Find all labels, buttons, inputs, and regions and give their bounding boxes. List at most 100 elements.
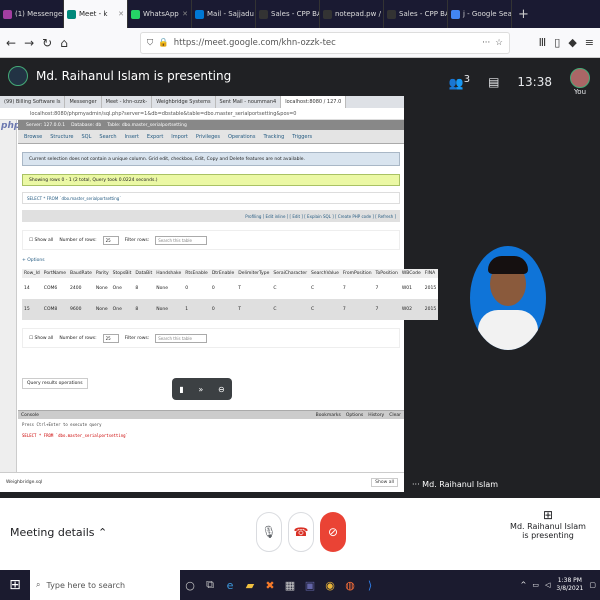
meeting-details-button[interactable]: Meeting details ⌃ <box>10 526 107 539</box>
system-tray: ^ ▭ ◁ 1:38 PM 3/8/2021 ▢ <box>521 577 600 593</box>
breadcrumb-item[interactable]: Server: 127.0.0.1 <box>26 123 65 128</box>
taskbar-clock[interactable]: 1:38 PM 3/8/2021 <box>556 577 583 593</box>
new-tab-button[interactable]: + <box>512 7 535 22</box>
tab-sql[interactable]: SQL <box>81 134 91 140</box>
tab-operations[interactable]: Operations <box>228 134 256 140</box>
download-file[interactable]: Weighbridge.sql <box>6 480 42 485</box>
tab-import[interactable]: Import <box>171 134 188 140</box>
network-icon[interactable]: ▭ <box>532 581 539 589</box>
app-icon[interactable]: ▦ <box>280 579 300 592</box>
tab-7[interactable]: j - Google Sea✕ <box>448 0 512 28</box>
column-header[interactable]: DataBit <box>133 269 155 278</box>
reload-icon[interactable]: ↻ <box>42 36 52 50</box>
tab-browse[interactable]: Browse <box>24 134 42 140</box>
column-header[interactable]: PortName <box>41 269 68 278</box>
profiling-links[interactable]: Profiling [ Edit inline ] [ Edit ] [ Exp… <box>22 210 400 222</box>
show-all-downloads[interactable]: Show all <box>371 478 398 487</box>
url-text[interactable]: https://meet.google.com/khn-ozzk-tec <box>174 38 477 48</box>
tab-insert[interactable]: Insert <box>125 134 139 140</box>
show-all-checkbox[interactable]: ☐ Show all <box>29 238 53 243</box>
column-header[interactable]: FromPosition <box>340 269 374 278</box>
column-header[interactable]: StopsBit <box>110 269 134 278</box>
column-header[interactable]: DelimiterType <box>236 269 272 278</box>
tab-export[interactable]: Export <box>147 134 163 140</box>
column-header[interactable]: Parity <box>93 269 111 278</box>
hangup-button[interactable]: ☎ <box>288 512 314 552</box>
close-icon[interactable]: ✕ <box>182 10 188 18</box>
present-icon[interactable]: ▮ <box>179 385 183 394</box>
num-rows-select[interactable]: 25 <box>102 235 119 245</box>
menu-icon[interactable]: ≡ <box>585 36 594 49</box>
more-icon[interactable]: ··· <box>482 38 490 48</box>
edge-icon[interactable]: e <box>220 579 240 592</box>
extension-icon[interactable]: ◆ <box>568 36 576 49</box>
presenting-status[interactable]: ⊞ Md. Raihanul Islam is presenting <box>508 508 588 540</box>
notification-icon[interactable]: ▢ <box>589 581 596 589</box>
task-view-icon[interactable]: ⧉ <box>200 578 220 592</box>
taskbar-search[interactable]: ⌕ Type here to search <box>30 570 180 600</box>
xampp-icon[interactable]: ✖ <box>260 579 280 592</box>
close-icon[interactable]: ✕ <box>118 10 124 18</box>
tab-triggers[interactable]: Triggers <box>292 134 312 140</box>
lock-icon: 🔒 <box>158 37 169 48</box>
chrome-icon[interactable]: ◉ <box>320 579 340 592</box>
teams-icon[interactable]: ▣ <box>300 579 320 592</box>
explorer-icon[interactable]: ▰ <box>240 579 260 592</box>
tab-0[interactable]: (1) Messenger✕ <box>0 0 64 28</box>
show-all-checkbox-bottom[interactable]: ☐ Show all <box>29 336 53 341</box>
address-bar[interactable]: ⛉ 🔒 https://meet.google.com/khn-ozzk-tec… <box>139 31 510 54</box>
console-tab[interactable]: History <box>368 413 384 418</box>
column-header[interactable]: Handshake <box>154 269 184 278</box>
column-header[interactable]: SeraiCharacter <box>271 269 310 278</box>
cortana-icon[interactable]: ○ <box>180 579 200 592</box>
sidebar-icon[interactable]: ▯ <box>554 36 560 49</box>
tab-tracking[interactable]: Tracking <box>263 134 284 140</box>
library-icon[interactable]: Ⅲ <box>539 36 547 49</box>
pause-icon[interactable]: » <box>198 385 203 394</box>
options-link[interactable]: + Options <box>22 258 400 263</box>
tab-1[interactable]: Meet - k ✕ <box>64 0 128 28</box>
column-header[interactable]: SearchValue <box>309 269 341 278</box>
filter-input[interactable]: Search this table <box>155 333 208 343</box>
stop-icon[interactable]: ⊖ <box>218 385 225 394</box>
console-tab[interactable]: Clear <box>389 413 401 418</box>
tab-search[interactable]: Search <box>99 134 116 140</box>
column-header[interactable]: Row_Id <box>22 269 42 278</box>
people-icon[interactable]: 👥3 <box>449 74 470 90</box>
firefox-icon[interactable]: ◍ <box>340 579 360 592</box>
chevron-up-icon[interactable]: ^ <box>521 581 527 589</box>
bookmark-icon[interactable]: ☆ <box>495 38 503 48</box>
num-rows-select[interactable]: 25 <box>102 333 119 343</box>
vscode-icon[interactable]: ⟩ <box>360 579 380 592</box>
console-tab[interactable]: Options <box>346 413 363 418</box>
inner-tab: Meet - khn-ozzk- <box>102 96 153 108</box>
tab-2[interactable]: WhatsApp ✕ <box>128 0 192 28</box>
forward-icon[interactable]: → <box>24 36 34 50</box>
column-header[interactable]: BaudRate <box>68 269 94 278</box>
windows-start-icon[interactable]: ⊞ <box>0 577 30 593</box>
mic-button[interactable]: 🎙 <box>256 512 282 552</box>
home-icon[interactable]: ⌂ <box>60 36 68 50</box>
back-icon[interactable]: ← <box>6 36 16 50</box>
chat-icon[interactable]: ▤ <box>488 75 499 89</box>
console-tab[interactable]: Bookmarks <box>316 413 341 418</box>
volume-icon[interactable]: ◁ <box>545 581 550 589</box>
tab-privileges[interactable]: Privileges <box>196 134 220 140</box>
tab-3[interactable]: Mail - Sajjadu✕ <box>192 0 256 28</box>
console-label[interactable]: Console <box>21 413 39 418</box>
self-view[interactable]: You <box>570 68 590 96</box>
tab-4[interactable]: Sales - CPP BA✕ <box>256 0 320 28</box>
tab-5[interactable]: notepad.pw /✕ <box>320 0 384 28</box>
breadcrumb-item[interactable]: Table: dbo.master_serialportsetting <box>107 123 187 128</box>
column-header[interactable]: DtrEnable <box>209 269 237 278</box>
filter-input[interactable]: Search this table <box>155 235 208 245</box>
column-header[interactable]: ToPosition <box>373 269 400 278</box>
camera-off-button[interactable]: ⊘ <box>320 512 346 552</box>
tab-structure[interactable]: Structure <box>50 134 73 140</box>
inner-tab: localhost:8080 / 127.0 <box>281 96 347 108</box>
breadcrumb: Server: 127.0.0.1 Database: db Table: dbo.… <box>18 120 404 130</box>
breadcrumb-item[interactable]: Database: db <box>71 123 101 128</box>
query-results-operations[interactable]: Query results operations <box>22 378 88 389</box>
column-header[interactable]: RtsEnable <box>183 269 210 278</box>
tab-6[interactable]: Sales - CPP BA✕ <box>384 0 448 28</box>
